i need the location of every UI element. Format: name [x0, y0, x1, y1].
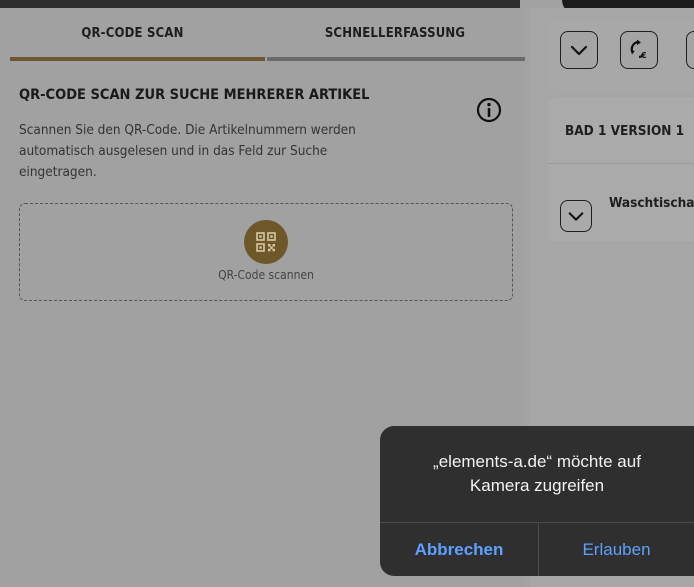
sync-euro-icon: €: [630, 39, 647, 60]
cancel-button[interactable]: Abbrechen: [380, 523, 538, 576]
section-description: Scannen Sie den QR-Code. Die Artikelnumm…: [19, 120, 459, 183]
description-line: eingetragen.: [19, 164, 97, 180]
section-title: QR-CODE SCAN ZUR SUCHE MEHRERER ARTIKEL: [19, 87, 370, 103]
collapse-button[interactable]: [560, 31, 598, 69]
card-title: BAD 1 VERSION 1: [565, 123, 685, 139]
tab-bar: QR-CODE SCAN SCHNELLERFASSUNG: [0, 8, 525, 62]
card-divider: [548, 163, 694, 164]
qr-code-icon[interactable]: [244, 220, 288, 264]
camera-permission-dialog: „elements-a.de“ möchte auf Kamera zugrei…: [380, 426, 694, 576]
top-strip: [0, 0, 520, 8]
info-icon[interactable]: [475, 96, 503, 124]
description-line: automatisch ausgelesen und in das Feld z…: [19, 143, 328, 159]
chevron-down-icon: [568, 212, 584, 221]
tab-qr-code-scan[interactable]: QR-CODE SCAN: [0, 8, 265, 58]
dialog-message: „elements-a.de“ möchte auf Kamera zugrei…: [380, 450, 694, 498]
active-tab-indicator: [10, 57, 265, 61]
toolbar-button-partial[interactable]: [686, 31, 694, 69]
description-line: Scannen Sie den QR-Code. Die Artikelnumm…: [19, 122, 356, 138]
chevron-down-icon: [570, 45, 588, 56]
dialog-message-line: „elements-a.de“ möchte auf: [433, 452, 641, 471]
qr-scan-dropzone[interactable]: QR-Code scannen: [19, 203, 513, 301]
tab-schnellerfassung[interactable]: SCHNELLERFASSUNG: [265, 8, 525, 58]
expand-row-button[interactable]: [560, 200, 592, 232]
sync-price-button[interactable]: €: [620, 31, 658, 69]
inactive-tab-indicator: [267, 57, 525, 61]
scan-button-label[interactable]: QR-Code scannen: [20, 268, 512, 282]
allow-button[interactable]: Erlauben: [539, 523, 694, 576]
card-row-label[interactable]: Waschtischa: [609, 195, 694, 211]
dialog-message-line: Kamera zugreifen: [469, 476, 605, 495]
svg-text:€: €: [640, 51, 647, 60]
